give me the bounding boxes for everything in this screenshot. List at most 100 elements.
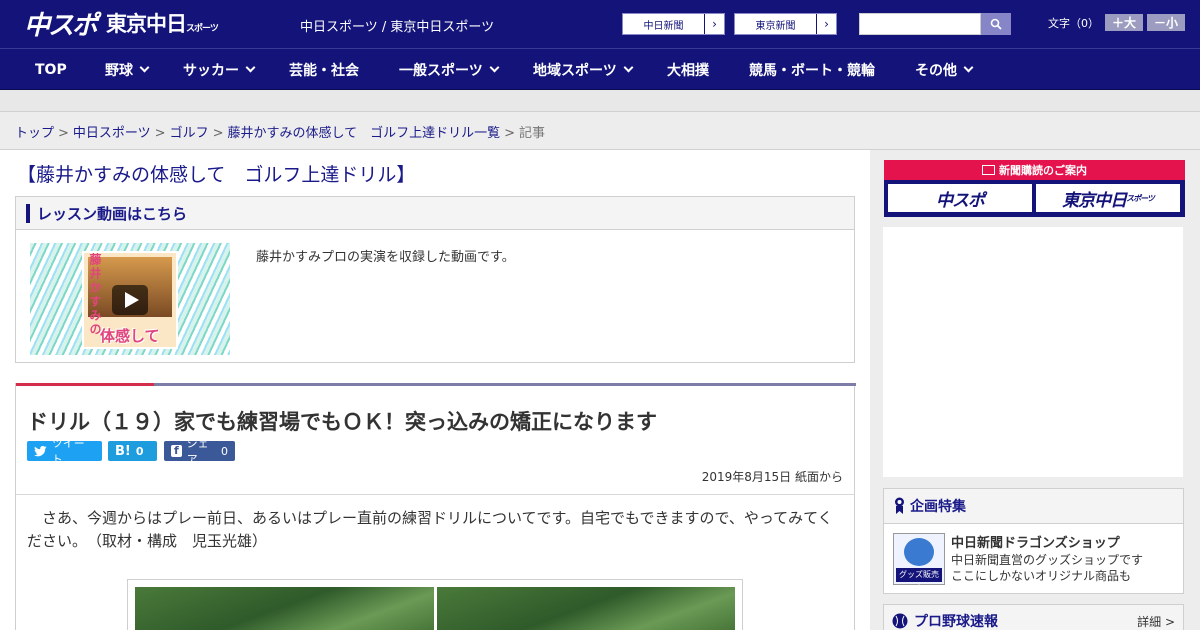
pro-baseball-box: プロ野球速報 詳細 > xyxy=(883,604,1184,630)
article-photo-left[interactable] xyxy=(135,587,434,630)
feature-heading-text: 企画特集 xyxy=(910,499,966,515)
chevron-down-icon xyxy=(245,62,256,72)
nav-label: その他 xyxy=(915,62,957,79)
main-content: 【藤井かすみの体感して ゴルフ上達ドリル】 レッスン動画はこちら 藤井かすみの … xyxy=(0,150,870,630)
facebook-share-count: 0 xyxy=(221,444,228,458)
hatena-bookmark-button[interactable]: B! 0 xyxy=(108,441,157,461)
breadcrumb-chuspo[interactable]: 中日スポーツ xyxy=(73,126,151,141)
thumb-title: 体感して xyxy=(100,327,160,345)
mascot-icon xyxy=(904,538,934,566)
nav-label: 大相撲 xyxy=(667,62,709,79)
shop-desc-line-1: 中日新聞直営のグッズショップです xyxy=(951,553,1144,567)
breadcrumb-separator: > xyxy=(58,126,69,141)
facebook-icon: f xyxy=(171,444,182,457)
page-title: 【藤井かすみの体感して ゴルフ上達ドリル】 xyxy=(17,164,416,186)
subscribe-chuspo-button[interactable]: 中スポ xyxy=(888,184,1032,212)
nav-item-other[interactable]: その他 xyxy=(915,49,974,90)
breadcrumb-separator: > xyxy=(504,126,516,141)
article-photo-right[interactable] xyxy=(436,587,735,630)
top-header: 中スポ 東京中日スポーツ 中日スポーツ / 東京中日スポーツ 中日新聞 › 東京… xyxy=(0,0,1200,48)
site-names: 中日スポーツ / 東京中日スポーツ xyxy=(300,20,495,35)
facebook-share-label: シェア xyxy=(186,437,209,466)
pro-baseball-heading: プロ野球速報 xyxy=(914,614,998,630)
breadcrumb-golf[interactable]: ゴルフ xyxy=(170,126,209,141)
advertisement-slot xyxy=(883,227,1183,477)
article-top-bar xyxy=(16,383,856,386)
breadcrumb-current: 記事 xyxy=(519,126,546,141)
chevron-down-icon xyxy=(963,62,974,72)
subscription-banner[interactable]: 新聞購読のご案内 中スポ 東京中日 スポーツ xyxy=(884,160,1185,217)
twitter-bird-icon xyxy=(34,445,47,456)
dragons-shop-thumbnail[interactable]: グッズ販売中 xyxy=(893,533,945,593)
nav-label: 芸能・社会 xyxy=(289,62,359,79)
header-band xyxy=(0,90,1200,112)
chevron-right-icon: › xyxy=(816,14,836,34)
search-form xyxy=(859,13,1011,35)
chevron-down-icon xyxy=(623,62,634,72)
nav-item-general-sports[interactable]: 一般スポーツ xyxy=(399,49,500,90)
video-thumbnail[interactable]: 藤井かすみの 体感して xyxy=(30,243,230,355)
breadcrumb-separator: > xyxy=(212,126,224,141)
search-icon xyxy=(990,18,1002,30)
nav-label: TOP xyxy=(35,61,67,78)
breadcrumb-drill-list[interactable]: 藤井かすみの体感して ゴルフ上達ドリル一覧 xyxy=(228,126,501,141)
nav-item-local-sports[interactable]: 地域スポーツ xyxy=(533,49,634,90)
tokyo-shimbun-label: 東京新聞 xyxy=(755,20,796,32)
breadcrumb-top[interactable]: トップ xyxy=(15,126,54,141)
font-size-control: 文字（0） ＋大 －小 xyxy=(1048,14,1185,31)
search-input[interactable] xyxy=(859,13,981,35)
logo-tokyo-chunichi[interactable]: 東京中日スポーツ xyxy=(106,8,219,38)
subscription-caption: 新聞購読のご案内 xyxy=(884,162,1185,178)
sidebar: 新聞購読のご案内 中スポ 東京中日 スポーツ 企画特集 グッズ販売中 中日新聞ドラ… xyxy=(870,150,1200,630)
lesson-description: 藤井かすみプロの実演を収録した動画です。 xyxy=(256,250,515,265)
nav-label: 地域スポーツ xyxy=(533,62,617,79)
facebook-share-button[interactable]: f シェア 0 xyxy=(164,437,235,466)
article-divider xyxy=(16,494,854,495)
breadcrumb-separator: > xyxy=(154,126,166,141)
article-date: 2019年8月15日 紙面から xyxy=(701,470,843,484)
dragons-shop-link[interactable]: 中日新聞ドラゴンズショップ xyxy=(951,532,1120,551)
ribbon-icon xyxy=(895,497,904,514)
dragons-shop-description: 中日新聞直営のグッズショップです ここにしかないオリジナル商品も xyxy=(951,552,1143,584)
font-larger-button[interactable]: ＋大 xyxy=(1105,14,1143,31)
nav-item-racing[interactable]: 競馬・ボート・競輪 xyxy=(749,49,875,90)
article-photo[interactable] xyxy=(127,579,743,630)
nav-item-sumo[interactable]: 大相撲 xyxy=(667,49,709,90)
shop-desc-line-2: ここにしかないオリジナル商品も xyxy=(951,569,1132,584)
feature-box: 企画特集 グッズ販売中 中日新聞ドラゴンズショップ 中日新聞直営のグッズショップ… xyxy=(883,488,1184,594)
chevron-down-icon xyxy=(139,62,150,72)
nav-item-entertainment[interactable]: 芸能・社会 xyxy=(289,49,359,90)
baseball-icon xyxy=(892,613,908,629)
chunichi-shimbun-link[interactable]: 中日新聞 › xyxy=(622,13,725,35)
font-smaller-button[interactable]: －小 xyxy=(1147,14,1185,31)
article: ドリル（１９）家でも練習場でもＯＫ！突っ込みの矯正になります ツイート B! 0… xyxy=(15,383,856,630)
logo-chuspo[interactable]: 中スポ xyxy=(24,5,98,42)
main-nav: TOP 野球 サッカー 芸能・社会 一般スポーツ 地域スポーツ 大相撲 競馬・ボ… xyxy=(0,48,1200,90)
play-icon[interactable] xyxy=(112,285,148,315)
pro-baseball-details-link[interactable]: 詳細 > xyxy=(1137,613,1175,630)
lesson-heading: レッスン動画はこちら xyxy=(16,197,854,230)
article-lead: さあ、今週からはプレー前日、あるいはプレー直前の練習ドリルについてです。自宅でも… xyxy=(27,509,833,550)
site-logo[interactable]: 中スポ 東京中日スポーツ xyxy=(24,5,219,42)
tokyo-shimbun-link[interactable]: 東京新聞 › xyxy=(734,13,837,35)
logo-tokyo-chunichi-small: スポーツ xyxy=(186,24,219,34)
lesson-heading-text: レッスン動画はこちら xyxy=(37,204,188,223)
feature-heading: 企画特集 xyxy=(884,489,1183,524)
tweet-label: ツイート xyxy=(51,437,85,466)
chunichi-shimbun-label: 中日新聞 xyxy=(643,20,684,32)
subscribe-tokyo-chunichi-button[interactable]: 東京中日 スポーツ xyxy=(1036,184,1180,212)
lesson-video-box: レッスン動画はこちら 藤井かすみの 体感して 藤井かすみプロの実演を収録した動画… xyxy=(15,196,855,363)
nav-label: 一般スポーツ xyxy=(399,62,483,79)
newspaper-icon xyxy=(982,165,995,175)
nav-item-soccer[interactable]: サッカー xyxy=(183,49,256,90)
chevron-right-icon: › xyxy=(704,14,724,34)
chevron-down-icon xyxy=(489,62,500,72)
nav-label: サッカー xyxy=(183,62,239,79)
nav-label: 競馬・ボート・競輪 xyxy=(749,62,875,79)
hatena-count: 0 xyxy=(135,444,144,458)
tweet-button[interactable]: ツイート xyxy=(27,437,102,466)
font-size-label: 文字（0） xyxy=(1048,16,1099,30)
search-button[interactable] xyxy=(981,13,1011,35)
nav-item-top[interactable]: TOP xyxy=(35,49,67,90)
nav-item-baseball[interactable]: 野球 xyxy=(105,49,150,90)
